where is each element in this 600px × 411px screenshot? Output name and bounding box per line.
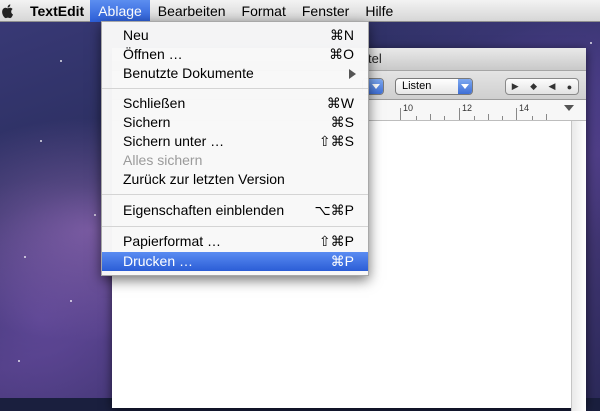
menu-item-shortcut: ⌘N [329,27,354,43]
menu-item-label: Alles sichern [123,152,203,168]
ruler-tick [546,114,547,120]
star [24,256,26,258]
menu-item-eigenschaften-einblenden[interactable]: Eigenschaften einblenden ⌥⌘P [102,201,368,220]
menu-ablage[interactable]: Ablage [90,0,150,22]
star [70,300,72,302]
submenu-arrow-icon [349,69,356,79]
window-title: tel [368,51,382,66]
menu-item-label: Drucken … [123,253,194,269]
ruler-tick [516,108,517,120]
menu-item-label: Zurück zur letzten Version [123,171,285,187]
decimal-tab-icon[interactable]: ● [567,82,572,92]
menu-item-label: Benutzte Dokumente [123,65,254,81]
menu-item-neu[interactable]: Neu ⌘N [102,26,368,45]
left-tab-icon[interactable]: ▶ [512,81,519,92]
menu-hilfe[interactable]: Hilfe [357,0,401,22]
ruler-tick [474,116,475,120]
ruler-number: 14 [519,103,530,113]
ruler-tick [400,108,401,120]
list-popup-label: Listen [402,80,432,92]
menu-item-sichern-unter[interactable]: Sichern unter … ⇧⌘S [102,132,368,151]
menu-item-label: Schließen [123,95,186,111]
app-menu-textedit[interactable]: TextEdit [16,0,90,22]
menu-item-oeffnen[interactable]: Öffnen … ⌘O [102,45,368,64]
menu-separator [102,194,368,195]
popup-arrow-icon [369,79,383,94]
menu-item-shortcut: ⇧⌘P [318,233,354,249]
menu-item-label: Eigenschaften einblenden [123,202,285,218]
menu-item-label: Neu [123,27,149,43]
menu-item-shortcut: ⌘P [330,253,354,269]
ruler-tick [416,116,417,120]
right-margin-marker-icon[interactable] [564,105,574,111]
ruler-number: 10 [403,103,414,113]
menu-separator [102,88,368,89]
popup-arrow-icon [458,79,472,94]
menu-item-shortcut: ⌘O [329,46,354,62]
list-popup[interactable]: Listen [395,78,473,95]
menu-item-shortcut: ⌘S [330,114,354,130]
menu-item-benutzte-dokumente[interactable]: Benutzte Dokumente [102,64,368,83]
menu-item-label: Sichern [123,114,171,130]
menu-fenster[interactable]: Fenster [294,0,357,22]
star [40,140,42,142]
menu-item-label: Sichern unter … [123,133,225,149]
menu-item-zurueck-zur-letzten-version[interactable]: Zurück zur letzten Version [102,170,368,189]
menu-item-shortcut: ⌥⌘P [314,202,354,218]
ruler-tick [488,114,489,120]
ruler-tick [532,116,533,120]
ruler-tick [459,108,460,120]
apple-menu-icon[interactable] [0,0,16,22]
menu-bar: TextEdit Ablage Bearbeiten Format Fenste… [0,0,600,22]
menu-bearbeiten[interactable]: Bearbeiten [150,0,234,22]
right-tab-icon[interactable]: ◀ [548,81,555,92]
menu-item-schliessen[interactable]: Schließen ⌘W [102,94,368,113]
star [18,360,20,362]
ruler-number: 12 [462,103,473,113]
tab-stops-control[interactable]: ▶ ◆ ◀ ● [505,78,579,95]
menu-item-label: Öffnen … [123,46,183,62]
star [590,42,592,44]
menu-item-label: Papierformat … [123,233,222,249]
menu-separator [102,226,368,227]
menu-item-drucken[interactable]: Drucken … ⌘P [102,252,368,271]
ruler-tick [430,114,431,120]
vertical-scrollbar[interactable] [571,121,586,411]
menu-item-shortcut: ⇧⌘S [318,133,354,149]
menu-item-shortcut: ⌘W [326,95,354,111]
star [60,60,62,62]
ablage-dropdown-menu: Neu ⌘N Öffnen … ⌘O Benutzte Dokumente Sc… [101,21,369,276]
menu-item-papierformat[interactable]: Papierformat … ⇧⌘P [102,232,368,251]
center-tab-icon[interactable]: ◆ [530,81,537,92]
ruler-tick [444,116,445,120]
ruler-tick [502,116,503,120]
menu-item-sichern[interactable]: Sichern ⌘S [102,113,368,132]
menu-format[interactable]: Format [234,0,294,22]
star [94,214,96,216]
menu-item-alles-sichern: Alles sichern [102,151,368,170]
